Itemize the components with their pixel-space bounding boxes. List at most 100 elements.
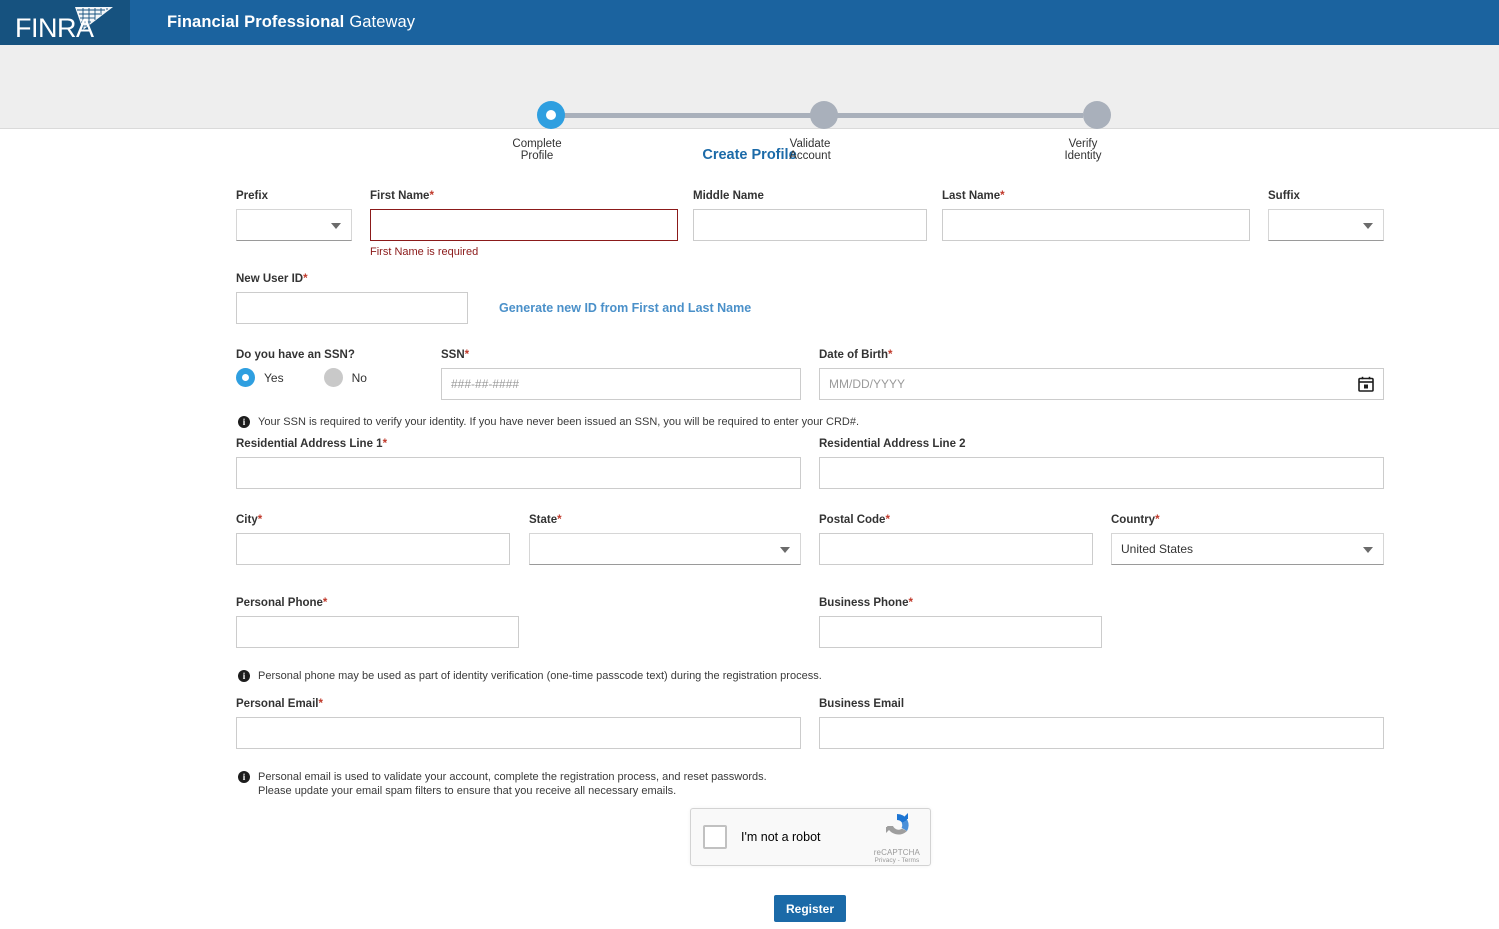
ssn-radio-no-label: No: [352, 371, 367, 385]
field-prefix: Prefix: [236, 190, 352, 241]
progress-stepper: Complete Profile Validate Account Verify…: [0, 45, 1499, 129]
label-last-name: Last Name*: [942, 190, 1250, 203]
header-title-bold: Financial Professional: [167, 13, 344, 32]
svg-text:FINRA: FINRA: [15, 13, 94, 42]
business-email-input[interactable]: [819, 717, 1384, 749]
radio-icon-selected: [236, 368, 255, 387]
business-phone-input[interactable]: [819, 616, 1102, 648]
last-name-input[interactable]: [942, 209, 1250, 241]
label-business-phone: Business Phone*: [819, 597, 1102, 610]
field-state: State*: [529, 514, 801, 565]
header-title: Financial Professional Gateway: [130, 0, 415, 45]
step-dot-inactive: [810, 101, 838, 129]
state-select[interactable]: [529, 533, 801, 565]
step-label-line2: Profile: [457, 150, 617, 162]
recaptcha-logo-icon: [881, 810, 913, 842]
address-line-2-input[interactable]: [819, 457, 1384, 489]
chevron-down-icon: [331, 223, 341, 229]
field-personal-email: Personal Email*: [236, 698, 801, 749]
label-address-line-1: Residential Address Line 1*: [236, 438, 801, 451]
step-label-line1: Validate: [730, 138, 890, 150]
label-date-of-birth: Date of Birth*: [819, 349, 1384, 362]
field-personal-phone: Personal Phone*: [236, 597, 519, 648]
field-last-name: Last Name*: [942, 190, 1250, 241]
field-country: Country* United States: [1111, 514, 1384, 565]
label-first-name: First Name*: [370, 190, 678, 203]
new-user-id-input[interactable]: [236, 292, 468, 324]
field-new-user-id: New User ID*: [236, 273, 468, 324]
recaptcha-brand-name: reCAPTCHA: [874, 848, 920, 857]
country-select[interactable]: United States: [1111, 533, 1384, 565]
ssn-note-text: Your SSN is required to verify your iden…: [258, 415, 859, 429]
email-note-line-1: Personal email is used to validate your …: [258, 770, 767, 784]
generate-new-id-link[interactable]: Generate new ID from First and Last Name: [499, 301, 751, 315]
header-title-light: Gateway: [349, 13, 415, 32]
recaptcha-label: I'm not a robot: [741, 830, 821, 844]
label-suffix: Suffix: [1268, 190, 1384, 203]
ssn-input[interactable]: [441, 368, 801, 400]
country-selected-value: United States: [1121, 542, 1193, 556]
ssn-radio-no[interactable]: No: [324, 368, 367, 387]
field-ssn: SSN*: [441, 349, 801, 400]
chevron-down-icon: [1363, 223, 1373, 229]
phone-note-text: Personal phone may be used as part of id…: [258, 669, 822, 683]
recaptcha-legal-links[interactable]: Privacy - Terms: [874, 857, 920, 864]
date-of-birth-input[interactable]: [819, 368, 1384, 400]
label-city: City*: [236, 514, 510, 527]
field-middle-name: Middle Name: [693, 190, 927, 241]
generate-id-link-wrap: Generate new ID from First and Last Name: [499, 299, 751, 317]
email-note-line-2: Please update your email spam filters to…: [258, 784, 767, 798]
field-city: City*: [236, 514, 510, 565]
phone-info-note: i Personal phone may be used as part of …: [238, 669, 1138, 683]
stepper-line-2: [810, 113, 1083, 118]
middle-name-input[interactable]: [693, 209, 927, 241]
step-label-line2: Identity: [1003, 150, 1163, 162]
label-new-user-id: New User ID*: [236, 273, 468, 286]
postal-code-input[interactable]: [819, 533, 1093, 565]
label-address-line-2: Residential Address Line 2: [819, 438, 1384, 451]
label-prefix: Prefix: [236, 190, 352, 203]
email-info-note: i Personal email is used to validate you…: [238, 770, 1138, 798]
ssn-radio-yes[interactable]: Yes: [236, 368, 284, 387]
finra-logo[interactable]: FINRA: [0, 0, 130, 45]
personal-phone-input[interactable]: [236, 616, 519, 648]
stepper-line-1: [551, 113, 810, 118]
recaptcha-widget[interactable]: I'm not a robot reCAPTCHA Privacy - Term…: [690, 808, 931, 866]
field-business-phone: Business Phone*: [819, 597, 1102, 648]
field-address-line-2: Residential Address Line 2: [819, 438, 1384, 489]
first-name-error: First Name is required: [370, 246, 678, 259]
label-business-email: Business Email: [819, 698, 1384, 711]
field-ssn-question: Do you have an SSN? Yes No: [236, 349, 426, 387]
recaptcha-checkbox[interactable]: [703, 825, 727, 849]
address-line-1-input[interactable]: [236, 457, 801, 489]
label-personal-phone: Personal Phone*: [236, 597, 519, 610]
ssn-info-note: i Your SSN is required to verify your id…: [238, 415, 1138, 429]
step-label-line1: Verify: [1003, 138, 1163, 150]
field-first-name: First Name* First Name is required: [370, 190, 678, 259]
info-icon: i: [238, 416, 250, 428]
prefix-select[interactable]: [236, 209, 352, 241]
label-middle-name: Middle Name: [693, 190, 927, 203]
recaptcha-branding: reCAPTCHA Privacy - Terms: [874, 810, 920, 864]
field-business-email: Business Email: [819, 698, 1384, 749]
suffix-select[interactable]: [1268, 209, 1384, 241]
label-postal-code: Postal Code*: [819, 514, 1093, 527]
info-icon: i: [238, 771, 250, 783]
field-postal-code: Postal Code*: [819, 514, 1093, 565]
personal-email-input[interactable]: [236, 717, 801, 749]
app-header: FINRA Financial Professional Gateway: [0, 0, 1499, 45]
email-note-text: Personal email is used to validate your …: [258, 770, 767, 798]
city-input[interactable]: [236, 533, 510, 565]
label-ssn-question: Do you have an SSN?: [236, 349, 426, 362]
register-button[interactable]: Register: [774, 895, 846, 922]
calendar-icon[interactable]: [1358, 376, 1374, 392]
step-label-line2: Account: [730, 150, 890, 162]
step-label-line1: Complete: [457, 138, 617, 150]
field-suffix: Suffix: [1268, 190, 1384, 241]
chevron-down-icon: [780, 547, 790, 553]
chevron-down-icon: [1363, 547, 1373, 553]
label-ssn: SSN*: [441, 349, 801, 362]
field-date-of-birth: Date of Birth*: [819, 349, 1384, 400]
info-icon: i: [238, 670, 250, 682]
first-name-input[interactable]: [370, 209, 678, 241]
